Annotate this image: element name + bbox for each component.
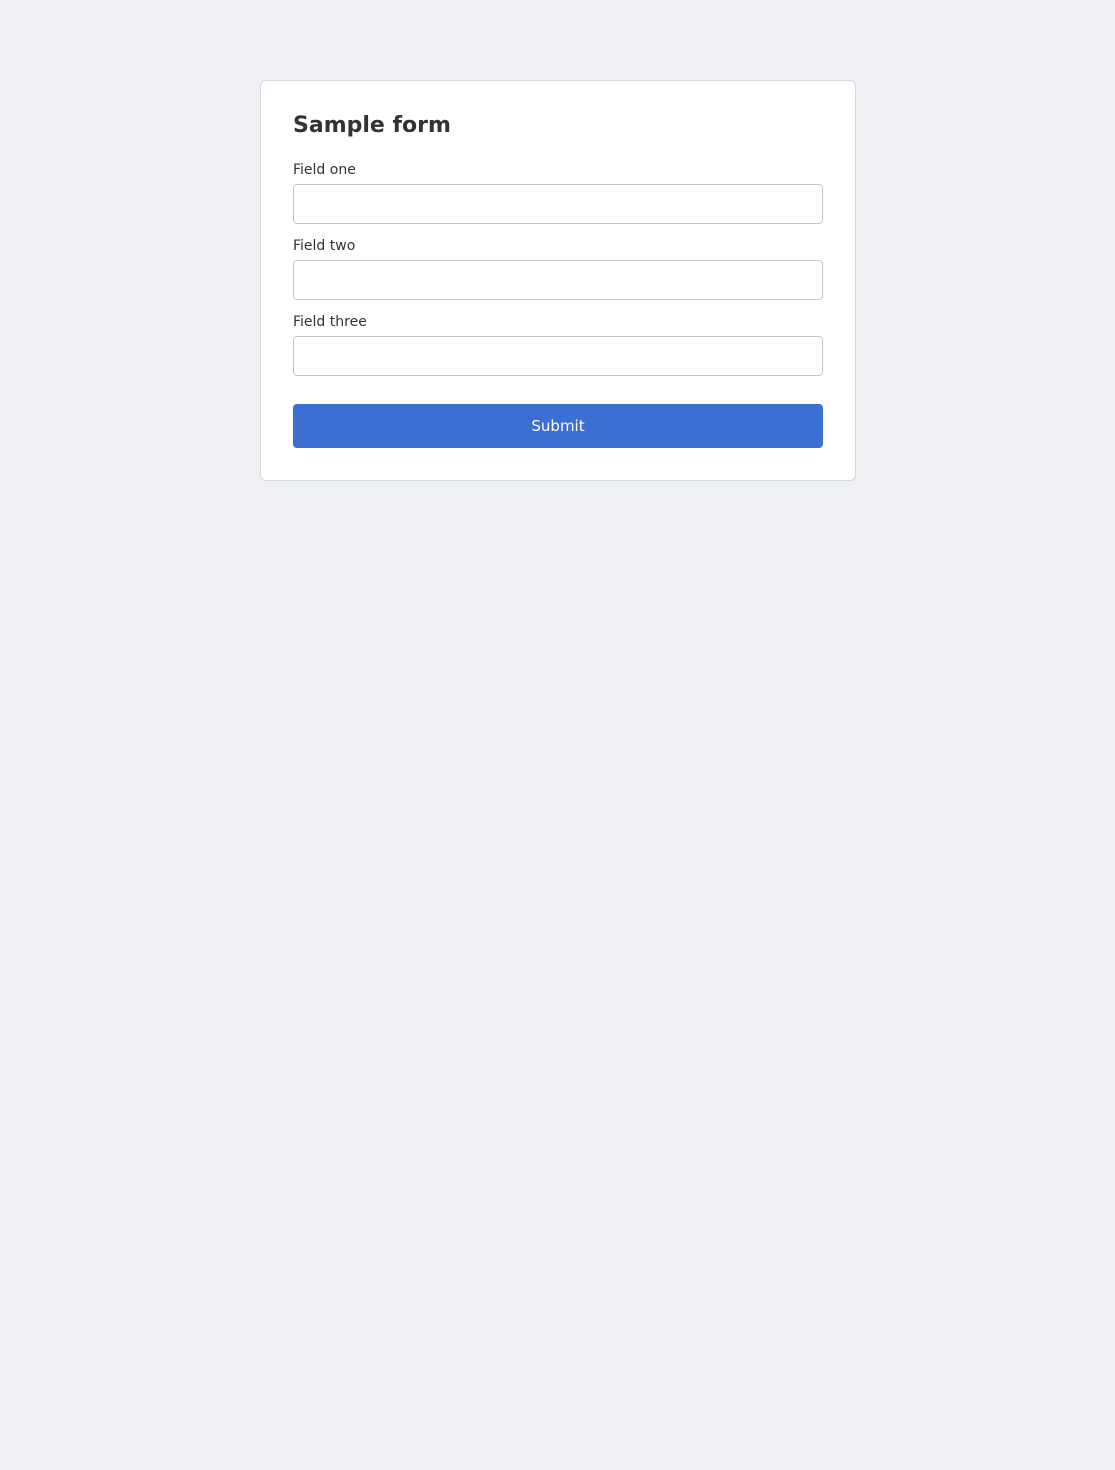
submit-button[interactable]: Submit bbox=[293, 404, 823, 448]
form-title: Sample form bbox=[293, 113, 451, 138]
form-card: Sample form Field one Field two Field th… bbox=[260, 80, 856, 481]
field-two-label: Field two bbox=[293, 238, 356, 254]
field-two-input[interactable] bbox=[293, 260, 823, 300]
field-three-label: Field three bbox=[293, 314, 367, 330]
field-one-label: Field one bbox=[293, 162, 356, 178]
field-one-input[interactable] bbox=[293, 184, 823, 224]
field-three-input[interactable] bbox=[293, 336, 823, 376]
